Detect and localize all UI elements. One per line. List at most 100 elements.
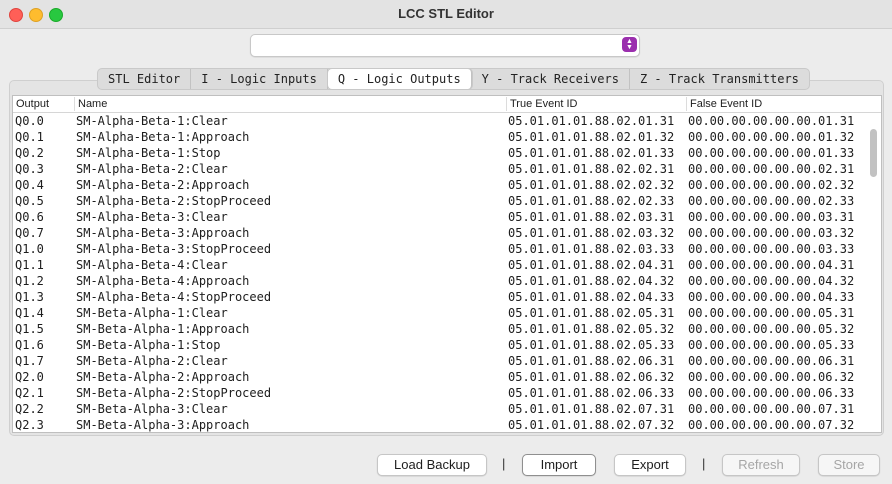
table-row[interactable]: Q2.2 SM-Beta-Alpha-3:Clear 05.01.01.01.88.… [13,401,865,417]
name-cell[interactable]: SM-Beta-Alpha-2:StopProceed [76,385,271,401]
table-row[interactable]: Q2.1 SM-Beta-Alpha-2:StopProceed 05.01.01.… [13,385,865,401]
output-cell[interactable]: Q1.3 [15,289,44,305]
output-cell[interactable]: Q2.2 [15,401,44,417]
true-event-id-cell[interactable]: 05.01.01.01.88.02.05.33 [508,337,674,353]
false-event-id-cell[interactable]: 00.00.00.00.00.00.02.31 [688,161,854,177]
true-event-id-cell[interactable]: 05.01.01.01.88.02.05.31 [508,305,674,321]
true-event-id-cell[interactable]: 05.01.01.01.88.02.03.33 [508,241,674,257]
table-row[interactable]: Q0.6 SM-Alpha-Beta-3:Clear 05.01.01.01.88.… [13,209,865,225]
name-cell[interactable]: SM-Alpha-Beta-2:Clear [76,161,228,177]
true-event-id-cell[interactable]: 05.01.01.01.88.02.06.32 [508,369,674,385]
output-cell[interactable]: Q1.0 [15,241,44,257]
true-event-id-cell[interactable]: 05.01.01.01.88.02.02.33 [508,193,674,209]
name-cell[interactable]: SM-Alpha-Beta-3:Clear [76,209,228,225]
logic-outputs-table[interactable]: Output Name True Event ID False Event ID… [12,95,882,433]
false-event-id-cell[interactable]: 00.00.00.00.00.00.03.31 [688,209,854,225]
true-event-id-cell[interactable]: 05.01.01.01.88.02.07.32 [508,417,674,432]
true-event-id-cell[interactable]: 05.01.01.01.88.02.03.31 [508,209,674,225]
true-event-id-cell[interactable]: 05.01.01.01.88.02.04.31 [508,257,674,273]
tab-logic-inputs[interactable]: I - Logic Inputs [191,69,328,89]
load-backup-button[interactable]: Load Backup [377,454,487,476]
name-cell[interactable]: SM-Beta-Alpha-2:Clear [76,353,228,369]
column-header-false-event-id[interactable]: False Event ID [686,97,870,111]
store-button[interactable]: Store [818,454,880,476]
false-event-id-cell[interactable]: 00.00.00.00.00.00.01.33 [688,145,854,161]
output-cell[interactable]: Q0.7 [15,225,44,241]
tab-logic-outputs[interactable]: Q - Logic Outputs [327,69,472,89]
output-cell[interactable]: Q0.3 [15,161,44,177]
table-row[interactable]: Q0.1 SM-Alpha-Beta-1:Approach 05.01.01.01.… [13,129,865,145]
import-button[interactable]: Import [522,454,596,476]
false-event-id-cell[interactable]: 00.00.00.00.00.00.02.32 [688,177,854,193]
tab-stl-editor[interactable]: STL Editor [98,69,192,89]
false-event-id-cell[interactable]: 00.00.00.00.00.00.07.32 [688,417,854,432]
true-event-id-cell[interactable]: 05.01.01.01.88.02.04.33 [508,289,674,305]
false-event-id-cell[interactable]: 00.00.00.00.00.00.06.32 [688,369,854,385]
true-event-id-cell[interactable]: 05.01.01.01.88.02.04.32 [508,273,674,289]
table-row[interactable]: Q0.4 SM-Alpha-Beta-2:Approach 05.01.01.01.… [13,177,865,193]
name-cell[interactable]: SM-Alpha-Beta-1:Clear [76,113,228,129]
output-cell[interactable]: Q1.7 [15,353,44,369]
false-event-id-cell[interactable]: 00.00.00.00.00.00.01.31 [688,113,854,129]
output-cell[interactable]: Q2.3 [15,417,44,432]
name-cell[interactable]: SM-Beta-Alpha-3:Approach [76,417,249,432]
true-event-id-cell[interactable]: 05.01.01.01.88.02.05.32 [508,321,674,337]
true-event-id-cell[interactable]: 05.01.01.01.88.02.06.33 [508,385,674,401]
true-event-id-cell[interactable]: 05.01.01.01.88.02.02.32 [508,177,674,193]
output-cell[interactable]: Q0.5 [15,193,44,209]
table-row[interactable]: Q2.0 SM-Beta-Alpha-2:Approach 05.01.01.01.… [13,369,865,385]
output-cell[interactable]: Q1.6 [15,337,44,353]
table-row[interactable]: Q0.7 SM-Alpha-Beta-3:Approach 05.01.01.01.… [13,225,865,241]
export-button[interactable]: Export [614,454,686,476]
output-cell[interactable]: Q0.2 [15,145,44,161]
table-row[interactable]: Q1.6 SM-Beta-Alpha-1:Stop 05.01.01.01.88.0… [13,337,865,353]
output-cell[interactable]: Q1.1 [15,257,44,273]
name-cell[interactable]: SM-Alpha-Beta-4:Clear [76,257,228,273]
true-event-id-cell[interactable]: 05.01.01.01.88.02.01.33 [508,145,674,161]
output-cell[interactable]: Q0.1 [15,129,44,145]
table-row[interactable]: Q1.0 SM-Alpha-Beta-3:StopProceed 05.01.01.… [13,241,865,257]
name-cell[interactable]: SM-Beta-Alpha-1:Clear [76,305,228,321]
output-cell[interactable]: Q2.1 [15,385,44,401]
column-header-output[interactable]: Output [13,97,74,111]
table-row[interactable]: Q1.5 SM-Beta-Alpha-1:Approach 05.01.01.01.… [13,321,865,337]
false-event-id-cell[interactable]: 00.00.00.00.00.00.03.32 [688,225,854,241]
name-cell[interactable]: SM-Beta-Alpha-2:Approach [76,369,249,385]
false-event-id-cell[interactable]: 00.00.00.00.00.00.04.31 [688,257,854,273]
name-cell[interactable]: SM-Alpha-Beta-1:Approach [76,129,249,145]
name-cell[interactable]: SM-Beta-Alpha-1:Stop [76,337,221,353]
tab-track-receivers[interactable]: Y - Track Receivers [472,69,630,89]
table-row[interactable]: Q2.3 SM-Beta-Alpha-3:Approach 05.01.01.01.… [13,417,865,432]
false-event-id-cell[interactable]: 00.00.00.00.00.00.05.33 [688,337,854,353]
name-cell[interactable]: SM-Alpha-Beta-3:StopProceed [76,241,271,257]
true-event-id-cell[interactable]: 05.01.01.01.88.02.02.31 [508,161,674,177]
table-row[interactable]: Q0.5 SM-Alpha-Beta-2:StopProceed 05.01.01.… [13,193,865,209]
false-event-id-cell[interactable]: 00.00.00.00.00.00.05.32 [688,321,854,337]
name-cell[interactable]: SM-Alpha-Beta-2:StopProceed [76,193,271,209]
column-header-name[interactable]: Name [74,97,506,111]
file-selector-combo[interactable]: ▲ ▼ [250,34,640,57]
table-row[interactable]: Q0.0 SM-Alpha-Beta-1:Clear 05.01.01.01.88.… [13,113,865,129]
column-header-true-event-id[interactable]: True Event ID [506,97,685,111]
output-cell[interactable]: Q0.4 [15,177,44,193]
tab-track-transmitters[interactable]: Z - Track Transmitters [630,69,809,89]
table-row[interactable]: Q1.2 SM-Alpha-Beta-4:Approach 05.01.01.01.… [13,273,865,289]
true-event-id-cell[interactable]: 05.01.01.01.88.02.01.31 [508,113,674,129]
false-event-id-cell[interactable]: 00.00.00.00.00.00.07.31 [688,401,854,417]
output-cell[interactable]: Q2.0 [15,369,44,385]
name-cell[interactable]: SM-Beta-Alpha-3:Clear [76,401,228,417]
output-cell[interactable]: Q1.2 [15,273,44,289]
name-cell[interactable]: SM-Alpha-Beta-3:Approach [76,225,249,241]
name-cell[interactable]: SM-Alpha-Beta-4:Approach [76,273,249,289]
vertical-scrollbar[interactable] [866,113,880,431]
true-event-id-cell[interactable]: 05.01.01.01.88.02.06.31 [508,353,674,369]
output-cell[interactable]: Q1.5 [15,321,44,337]
chevron-updown-icon[interactable]: ▲ ▼ [622,37,637,52]
true-event-id-cell[interactable]: 05.01.01.01.88.02.01.32 [508,129,674,145]
false-event-id-cell[interactable]: 00.00.00.00.00.00.06.31 [688,353,854,369]
name-cell[interactable]: SM-Alpha-Beta-1:Stop [76,145,221,161]
name-cell[interactable]: SM-Alpha-Beta-4:StopProceed [76,289,271,305]
table-row[interactable]: Q1.3 SM-Alpha-Beta-4:StopProceed 05.01.01.… [13,289,865,305]
table-row[interactable]: Q1.1 SM-Alpha-Beta-4:Clear 05.01.01.01.88.… [13,257,865,273]
name-cell[interactable]: SM-Alpha-Beta-2:Approach [76,177,249,193]
